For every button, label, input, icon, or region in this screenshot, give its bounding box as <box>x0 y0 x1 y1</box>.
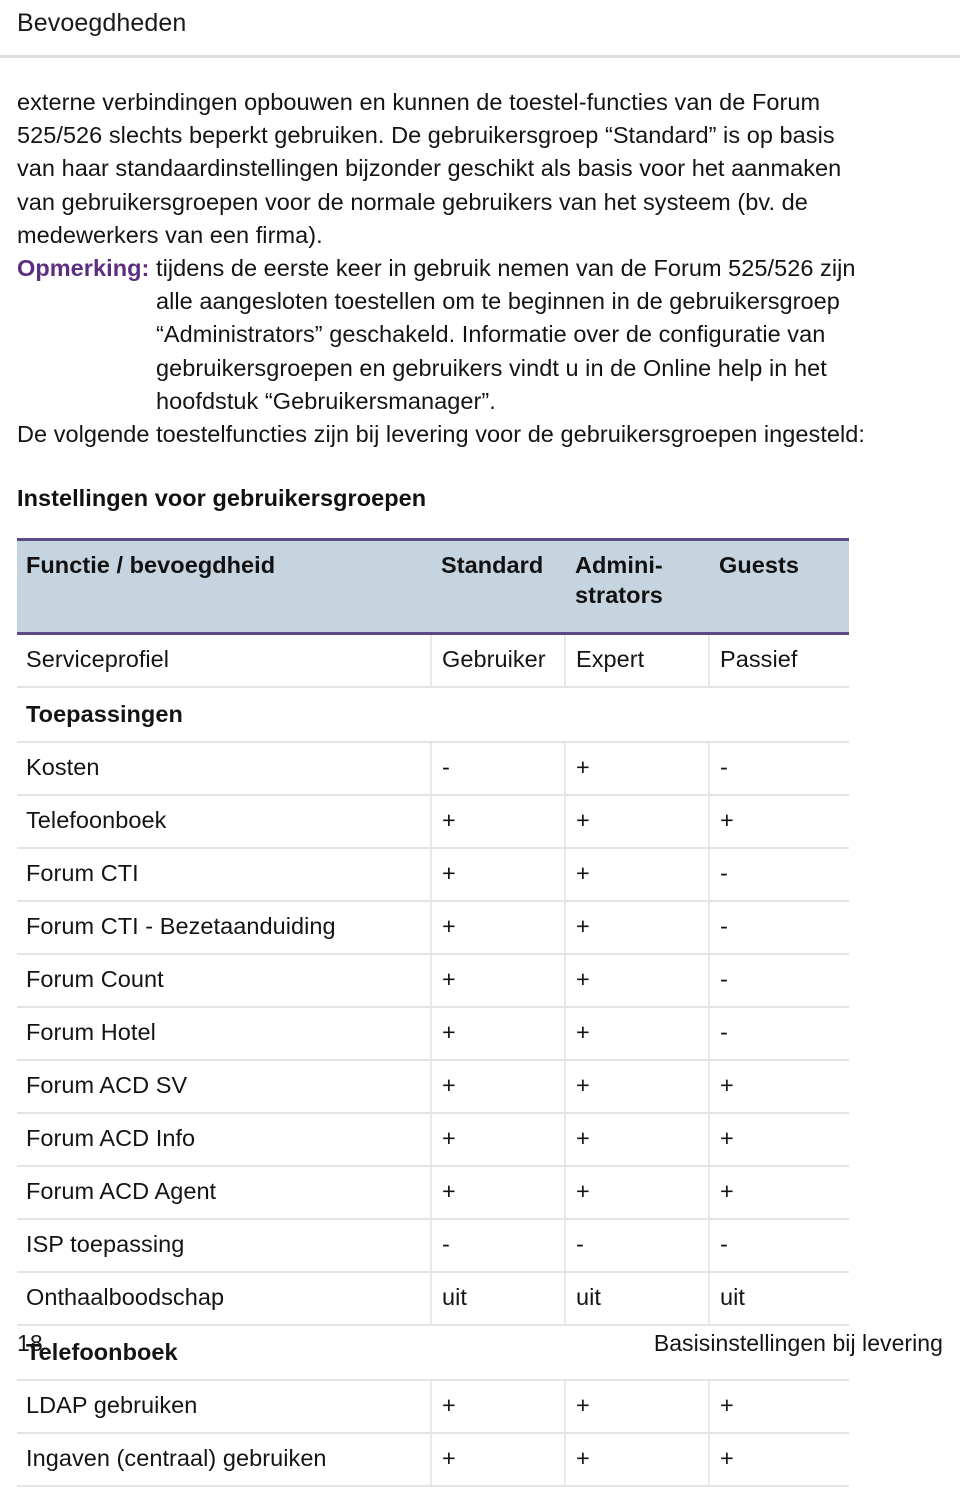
note-text-spacer <box>149 255 156 281</box>
table-section-label: Toepassingen <box>17 687 849 744</box>
table-row: Forum ACD Info + + + <box>17 1113 849 1168</box>
cell-function: Serviceprofiel <box>17 633 432 689</box>
column-header-standard: Standard <box>431 538 565 636</box>
cell-guests: - <box>709 848 849 903</box>
column-header-guests: Guests <box>709 538 849 636</box>
header-divider <box>0 55 960 58</box>
table-header-row: Functie / bevoegdheid Standard Admini-st… <box>17 538 849 636</box>
table-row: Ingaven (centraal) gebruiken + + + <box>17 1433 849 1487</box>
cell-guests: + <box>709 1166 849 1221</box>
page-footer: 18 Basisinstellingen bij levering <box>17 1330 943 1357</box>
cell-standard: + <box>431 848 566 903</box>
table-section-row: Toepassingen <box>17 687 849 744</box>
cell-standard: + <box>431 1433 566 1487</box>
table-row: LDAP gebruiken + + + <box>17 1380 849 1435</box>
cell-function: ISP toepassing <box>17 1219 432 1274</box>
cell-function: Forum ACD Info <box>17 1113 432 1168</box>
running-head: Bevoegdheden <box>17 9 187 37</box>
cell-guests: - <box>709 1219 849 1274</box>
cell-function: Forum Count <box>17 954 432 1009</box>
table-row: Telefoonboek + + + <box>17 795 849 850</box>
cell-standard: + <box>431 795 566 850</box>
cell-function: Forum Hotel <box>17 1007 432 1062</box>
cell-function: Forum ACD SV <box>17 1060 432 1115</box>
after-note-paragraph: De volgende toestelfuncties zijn bij lev… <box>17 421 865 448</box>
note-label: Opmerking: <box>17 255 150 282</box>
cell-administrators: Expert <box>565 633 710 689</box>
cell-guests: + <box>709 1060 849 1115</box>
cell-standard: + <box>431 1113 566 1168</box>
footer-title: Basisinstellingen bij levering <box>653 1330 943 1356</box>
column-header-function: Functie / bevoegdheid <box>17 538 431 636</box>
cell-guests: + <box>709 795 849 850</box>
sub-heading: Instellingen voor gebruikersgroepen <box>17 485 427 512</box>
table-row: Forum ACD Agent + + + <box>17 1166 849 1221</box>
note-paragraph: Opmerking: tijdens de eerste keer in geb… <box>17 252 869 418</box>
cell-administrators: + <box>565 848 710 903</box>
cell-standard: + <box>431 1007 566 1062</box>
cell-guests: - <box>709 901 849 956</box>
cell-guests: + <box>709 1113 849 1168</box>
table-row: Serviceprofiel Gebruiker Expert Passief <box>17 633 849 689</box>
cell-standard: Gebruiker <box>431 633 566 689</box>
cell-administrators: + <box>565 954 710 1009</box>
table-row: Forum Count + + - <box>17 954 849 1009</box>
table-row: Forum Hotel + + - <box>17 1007 849 1062</box>
content-column: externe verbindingen opbouwen en kunnen … <box>17 86 869 1487</box>
cell-administrators: + <box>565 1060 710 1115</box>
note-text: tijdens de eerste keer in gebruik nemen … <box>155 255 856 414</box>
cell-standard: + <box>431 1166 566 1221</box>
cell-standard: - <box>431 1219 566 1274</box>
cell-administrators: + <box>565 1113 710 1168</box>
cell-guests: uit <box>709 1272 849 1327</box>
cell-administrators: + <box>565 1380 710 1435</box>
cell-administrators: + <box>565 901 710 956</box>
cell-guests: - <box>709 1007 849 1062</box>
cell-function: Telefoonboek <box>17 795 432 850</box>
cell-administrators: - <box>565 1219 710 1274</box>
cell-administrators: + <box>565 1007 710 1062</box>
cell-administrators: + <box>565 795 710 850</box>
table-row: Kosten - + - <box>17 742 849 797</box>
cell-function: Kosten <box>17 742 432 797</box>
cell-function: Forum ACD Agent <box>17 1166 432 1221</box>
cell-standard: - <box>431 742 566 797</box>
table-row: ISP toepassing - - - <box>17 1219 849 1274</box>
cell-function: Ingaven (centraal) gebruiken <box>17 1433 432 1487</box>
document-page: Bevoegdheden externe verbindingen opbouw… <box>0 0 960 1487</box>
cell-function: Onthaalboodschap <box>17 1272 432 1327</box>
page-number: 18 <box>17 1330 43 1356</box>
cell-guests: Passief <box>709 633 849 689</box>
cell-standard: uit <box>431 1272 566 1327</box>
intro-paragraph: externe verbindingen opbouwen en kunnen … <box>17 89 842 248</box>
table-row: Onthaalboodschap uit uit uit <box>17 1272 849 1327</box>
cell-standard: + <box>431 901 566 956</box>
cell-guests: - <box>709 954 849 1009</box>
table-row: Forum CTI - Bezetaanduiding + + - <box>17 901 849 956</box>
table-head: Functie / bevoegdheid Standard Admini-st… <box>17 538 849 636</box>
cell-guests: + <box>709 1433 849 1487</box>
cell-administrators: + <box>565 742 710 797</box>
cell-administrators: + <box>565 1166 710 1221</box>
table-row: Forum ACD SV + + + <box>17 1060 849 1115</box>
table-body: Serviceprofiel Gebruiker Expert Passief Toep… <box>17 633 849 1487</box>
cell-standard: + <box>431 954 566 1009</box>
cell-administrators: + <box>565 1433 710 1487</box>
cell-administrators: uit <box>565 1272 710 1327</box>
cell-guests: - <box>709 742 849 797</box>
cell-guests: + <box>709 1380 849 1435</box>
cell-function: Forum CTI - Bezetaanduiding <box>17 901 432 956</box>
cell-function: Forum CTI <box>17 848 432 903</box>
column-header-administrators: Admini-strators <box>565 538 709 636</box>
cell-standard: + <box>431 1380 566 1435</box>
cell-standard: + <box>431 1060 566 1115</box>
cell-function: LDAP gebruiken <box>17 1380 432 1435</box>
table-row: Forum CTI + + - <box>17 848 849 903</box>
